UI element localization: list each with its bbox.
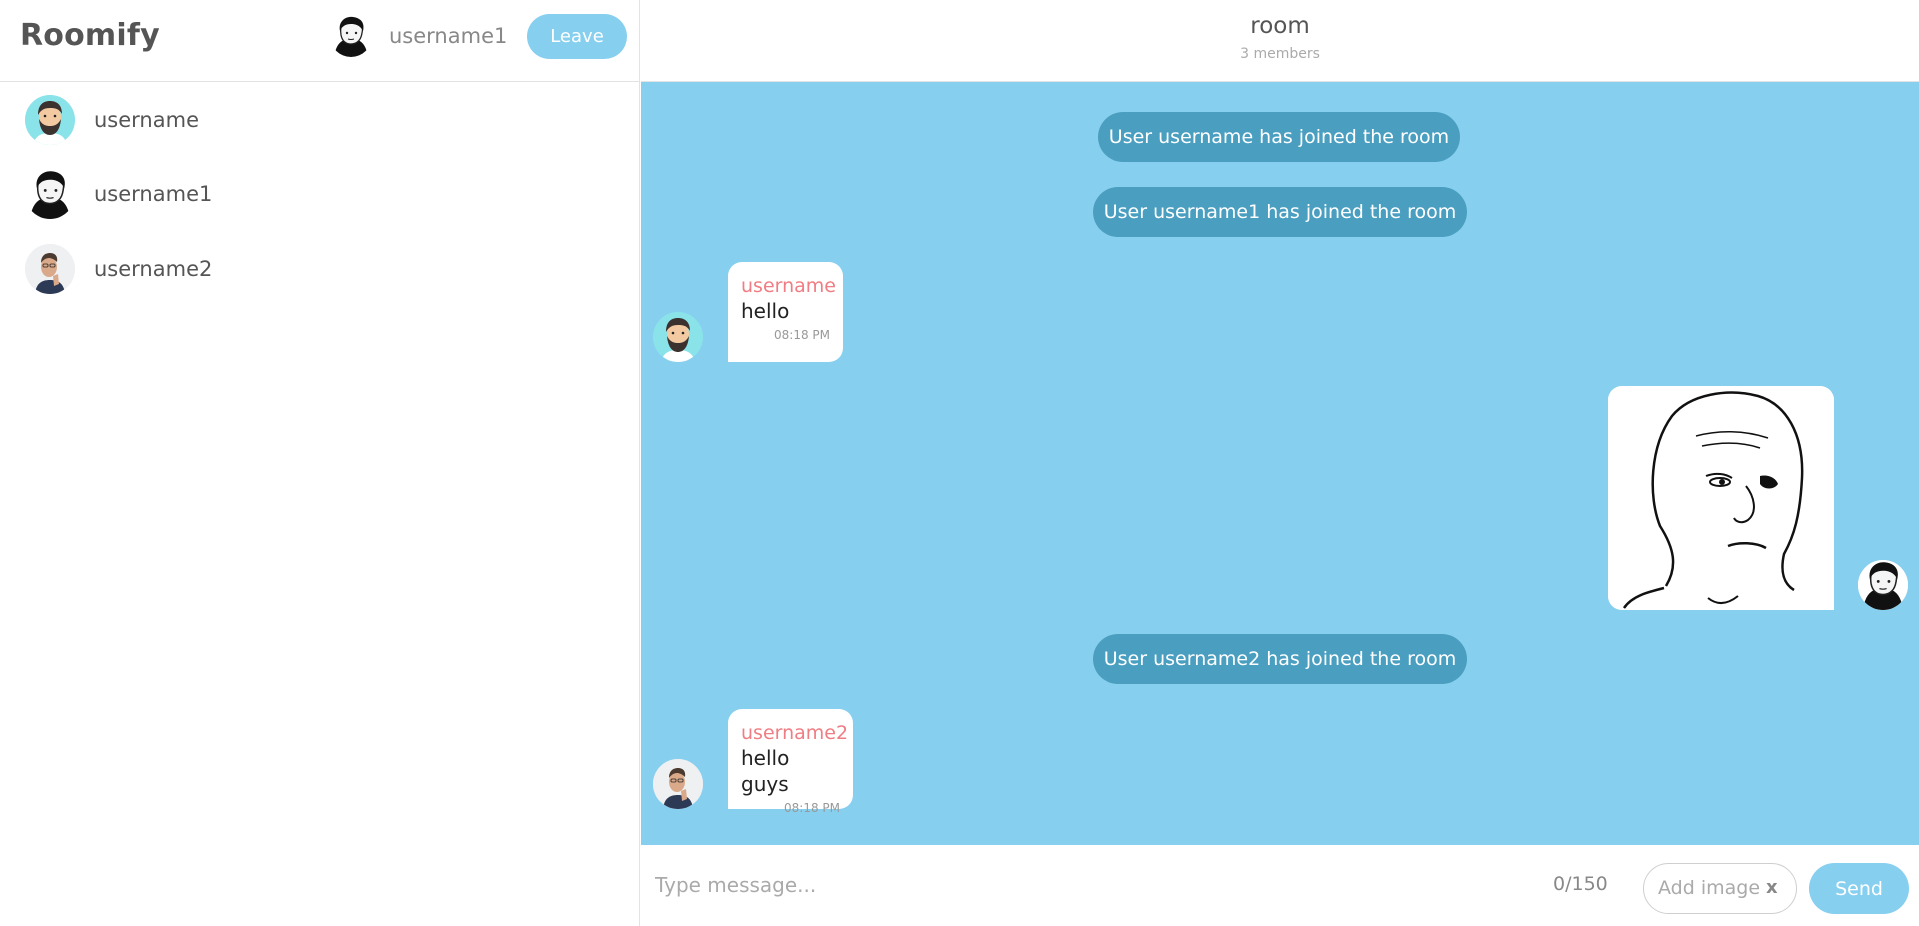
image-message[interactable] [1608,386,1834,610]
avatar [25,95,75,145]
system-message: User username2 has joined the room [1093,634,1467,684]
man-photo-avatar-icon [25,244,75,294]
wojak-drawing-image [1608,386,1834,610]
character-counter: 0/150 [1553,873,1608,895]
message-author: username [741,275,836,297]
message-input[interactable] [655,861,1455,909]
app-brand: Roomify [20,18,160,53]
room-title: room [1250,13,1310,39]
sidebar-member-username1[interactable]: username1 [0,156,640,230]
clear-image-button[interactable]: x [1766,877,1778,898]
message-avatar[interactable] [653,759,703,809]
message-text: hello [741,299,790,323]
bearded-man-avatar-icon [25,95,75,145]
add-image-button[interactable]: Add image x [1643,863,1797,914]
room-members-count: 3 members [1240,46,1320,62]
chat-header: room 3 members [641,0,1919,82]
wojak-avatar-icon [330,15,372,57]
message-time: 08:18 PM [774,328,830,342]
sidebar-member-username[interactable]: username [0,82,640,156]
wojak-avatar-icon [25,169,75,219]
man-photo-avatar-icon [653,759,703,809]
current-user-name: username1 [389,24,508,48]
message-avatar[interactable] [1858,560,1908,610]
message-avatar[interactable] [653,312,703,362]
message-composer: 0/150 Add image x Send [641,845,1919,926]
system-message: User username1 has joined the room [1093,187,1467,237]
sidebar-header: Roomify username1 Leave [0,0,640,82]
sidebar-member-name: username1 [94,182,213,206]
chat-panel: room 3 members User username has joined … [641,0,1919,926]
avatar [25,169,75,219]
message-time: 08:18 PM [784,801,840,815]
message-author: username2 [741,722,849,744]
avatar [25,244,75,294]
message-bubble: username hello 08:18 PM [728,262,843,362]
message-text: hello guys [741,746,790,796]
send-button[interactable]: Send [1809,863,1909,914]
bearded-man-avatar-icon [653,312,703,362]
current-user-avatar[interactable] [330,15,372,57]
message-bubble: username2 hello guys 08:18 PM [728,709,853,815]
sidebar-member-username2[interactable]: username2 [0,231,640,305]
sidebar-member-name: username2 [94,257,213,281]
message-list[interactable]: User username has joined the room User u… [641,82,1919,845]
wojak-avatar-icon [1858,560,1908,610]
sidebar-member-name: username [94,108,199,132]
leave-button[interactable]: Leave [527,14,627,59]
sidebar: Roomify username1 Leave username usernam… [0,0,640,926]
add-image-label: Add image [1658,877,1761,899]
system-message: User username has joined the room [1098,112,1460,162]
